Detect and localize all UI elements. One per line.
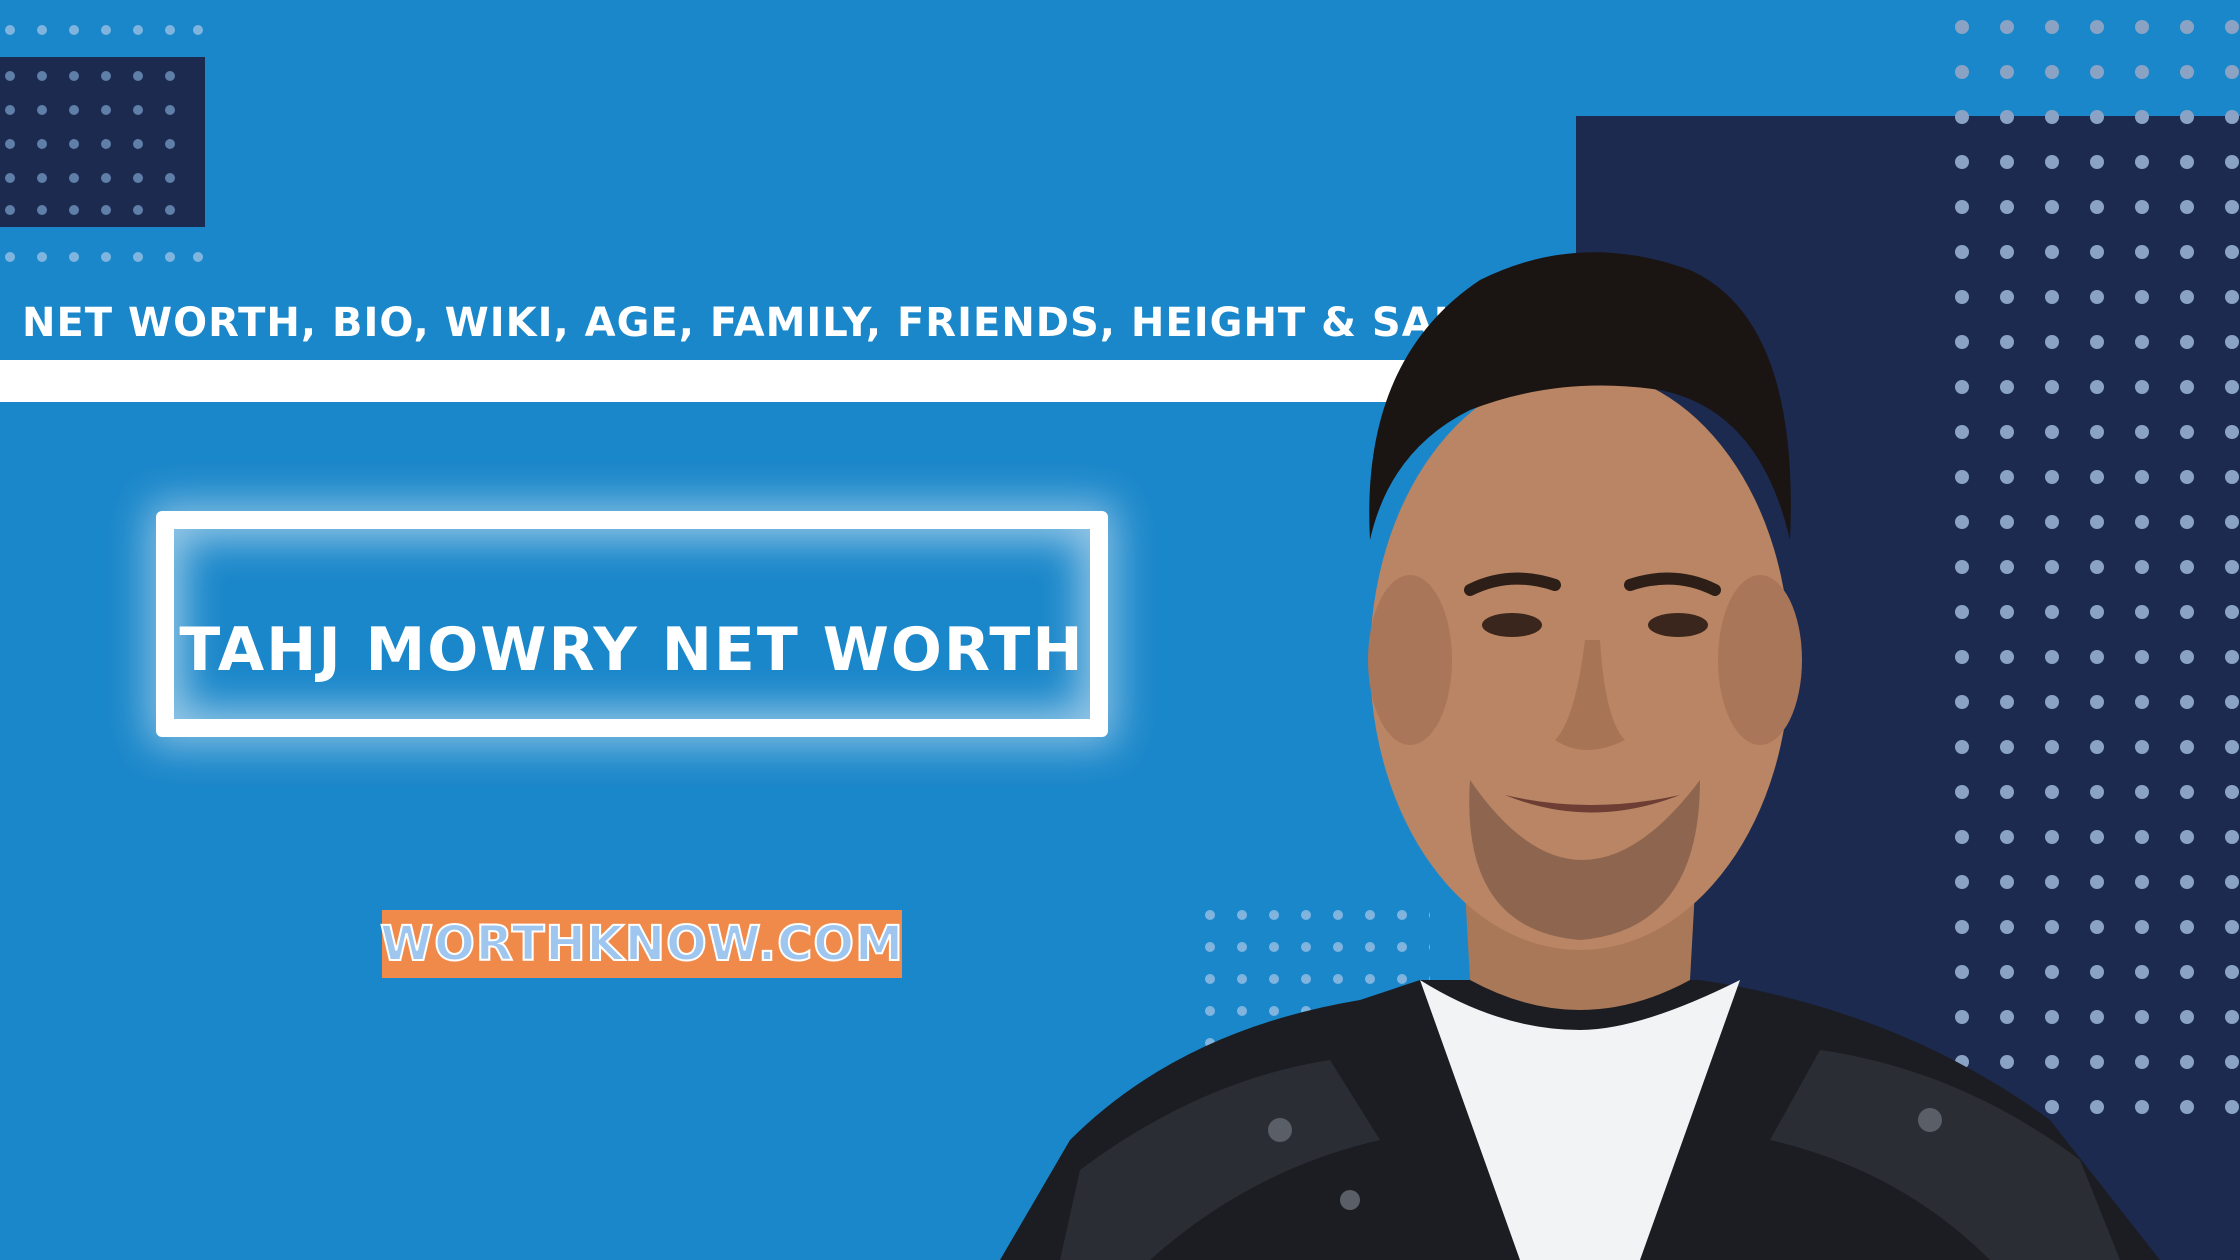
brand-text: WORTHKNOW.COM bbox=[379, 915, 904, 973]
thumbnail-canvas: NET WORTH, BIO, WIKI, AGE, FAMILY, FRIEN… bbox=[0, 0, 2240, 1260]
man-portrait-photo bbox=[1000, 252, 2160, 1260]
title-frame: TAHJ MOWRY NET WORTH bbox=[156, 511, 1108, 737]
page-title: TAHJ MOWRY NET WORTH bbox=[179, 615, 1085, 685]
decorative-dots-top-left bbox=[5, 25, 203, 262]
brand-badge[interactable]: WORTHKNOW.COM bbox=[379, 910, 904, 978]
